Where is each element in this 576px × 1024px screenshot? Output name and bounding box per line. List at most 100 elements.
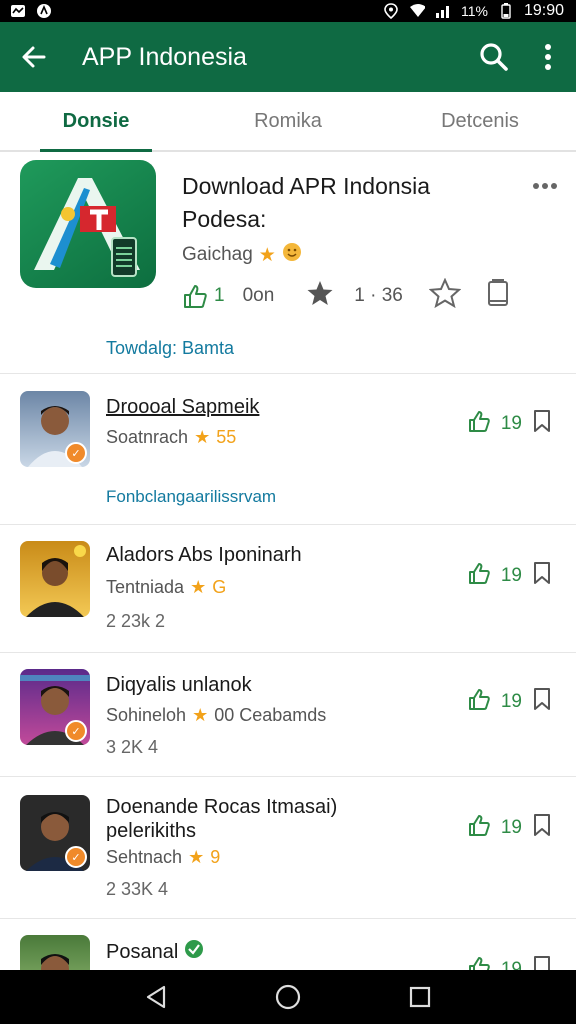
thumb-up-icon[interactable] bbox=[467, 813, 491, 843]
like-count: 19 bbox=[500, 691, 522, 712]
thumb-up-icon[interactable] bbox=[467, 687, 491, 717]
location-icon bbox=[383, 3, 399, 19]
verified-badge-icon: ✓ bbox=[65, 846, 87, 868]
star-icon: ★ bbox=[258, 244, 276, 266]
item-actions: 19 bbox=[467, 561, 552, 591]
battery-level: 11% bbox=[460, 3, 488, 19]
nav-back-button[interactable] bbox=[136, 977, 176, 1017]
item-developer: Sehtnach bbox=[106, 847, 183, 867]
featured-stats: 1 0on 1 · 36 bbox=[182, 277, 562, 314]
triangle-back-icon bbox=[146, 985, 166, 1009]
bookmark-icon[interactable] bbox=[532, 813, 552, 843]
battery-icon bbox=[498, 3, 514, 19]
notification-icon bbox=[10, 4, 26, 18]
overflow-menu-button[interactable] bbox=[520, 22, 576, 92]
thumb-up-icon[interactable] bbox=[467, 955, 491, 970]
developer-name: Gaichag bbox=[182, 244, 253, 265]
item-rating: 00 Ceabamds bbox=[214, 705, 327, 725]
item-link[interactable]: Fonbclangaarilissrvam bbox=[106, 487, 276, 507]
item-meta: 3 2K 4 bbox=[106, 737, 159, 757]
item-developer: Sohineloh bbox=[106, 705, 187, 725]
bookmark-icon[interactable] bbox=[532, 687, 552, 717]
wifi-icon bbox=[409, 4, 425, 18]
circle-home-icon bbox=[275, 984, 301, 1010]
item-developer: Tentniada bbox=[106, 577, 185, 597]
item-title: Droooal Sapmeik bbox=[106, 396, 260, 418]
list-item[interactable]: Posanal 19 bbox=[0, 919, 576, 970]
list-item[interactable]: ✓ Diqyalis unlanok Sohineloh ★ 00 Ceabam… bbox=[0, 653, 576, 777]
verified-check-icon bbox=[184, 939, 204, 965]
likes-unit: 0on bbox=[242, 285, 275, 306]
tab-romika[interactable]: Romika bbox=[192, 92, 384, 150]
star-icon: ★ bbox=[190, 577, 207, 597]
search-button[interactable] bbox=[468, 22, 520, 92]
tab-bar: Donsie Romika Detcenis bbox=[0, 92, 576, 152]
device-icon[interactable] bbox=[487, 279, 509, 313]
search-icon bbox=[480, 43, 508, 71]
bookmark-icon[interactable] bbox=[532, 955, 552, 970]
tab-detcenis[interactable]: Detcenis bbox=[384, 92, 576, 150]
square-recents-icon bbox=[409, 986, 431, 1008]
featured-app-card[interactable]: Download APR Indonsia Podesa: Gaichag ★ … bbox=[0, 152, 576, 374]
avatar bbox=[20, 935, 90, 970]
like-button[interactable]: 1 bbox=[182, 283, 225, 309]
signal-icon bbox=[435, 4, 451, 18]
back-button[interactable] bbox=[0, 22, 68, 92]
item-developer-line: Sehtnach ★ 9 bbox=[106, 847, 220, 868]
like-count: 19 bbox=[500, 959, 522, 970]
featured-link[interactable]: Towdalg: Bamta bbox=[106, 338, 234, 359]
avatar bbox=[20, 541, 90, 617]
item-meta: 2 33K 4 bbox=[106, 879, 169, 899]
item-developer: Soatnrach bbox=[106, 427, 189, 447]
like-count: 19 bbox=[500, 413, 522, 434]
item-actions: 19 bbox=[467, 813, 552, 843]
verified-badge-icon: ✓ bbox=[65, 720, 87, 742]
avatar: ✓ bbox=[20, 391, 90, 467]
thumb-up-icon bbox=[184, 285, 207, 308]
app-logo bbox=[20, 160, 156, 288]
star-icon: ★ bbox=[192, 705, 209, 725]
tab-donsie[interactable]: Donsie bbox=[0, 92, 192, 152]
list-item[interactable]: ✓ Droooal Sapmeik Soatnrach ★ 55 19 Fonb… bbox=[0, 375, 576, 525]
item-actions: 19 bbox=[467, 955, 552, 970]
list-item[interactable]: ✓ Doenande Rocas Itmasai) pelerikiths Se… bbox=[0, 777, 576, 919]
item-rating: 9 bbox=[210, 847, 221, 867]
status-time: 19:90 bbox=[523, 2, 564, 19]
item-developer-line: Sohineloh ★ 00 Ceabamds bbox=[106, 705, 326, 726]
list-item[interactable]: Aladors Abs Iponinarh Tentniada ★ G 2 23… bbox=[0, 525, 576, 653]
rating-star-icon[interactable] bbox=[306, 279, 334, 313]
featured-developer: Gaichag ★ bbox=[182, 242, 302, 268]
bookmark-icon[interactable] bbox=[532, 409, 552, 439]
app-notification-icon bbox=[36, 4, 52, 18]
more-vert-icon bbox=[545, 44, 551, 70]
item-rating: G bbox=[212, 577, 227, 597]
star-icon: ★ bbox=[188, 847, 205, 867]
thumb-up-icon[interactable] bbox=[467, 409, 491, 439]
arrow-back-icon bbox=[22, 46, 46, 68]
status-bar: 11% 19:90 bbox=[0, 0, 576, 22]
item-actions: 19 bbox=[467, 409, 552, 439]
nav-home-button[interactable] bbox=[268, 977, 308, 1017]
smile-icon bbox=[282, 242, 302, 268]
like-count: 1 bbox=[214, 285, 225, 306]
favorite-star-icon[interactable] bbox=[428, 277, 462, 314]
like-count: 19 bbox=[500, 565, 522, 586]
system-nav-bar bbox=[0, 970, 576, 1024]
bookmark-icon[interactable] bbox=[532, 561, 552, 591]
more-horiz-icon[interactable] bbox=[532, 170, 558, 196]
page-title: APP Indonesia bbox=[82, 42, 247, 71]
thumb-up-icon[interactable] bbox=[467, 561, 491, 591]
like-count: 19 bbox=[500, 817, 522, 838]
star-icon: ★ bbox=[194, 427, 211, 447]
item-title: Posanal bbox=[106, 939, 204, 965]
app-bar: APP Indonesia bbox=[0, 22, 576, 92]
rating-text: 1 · 36 bbox=[354, 285, 403, 306]
item-developer-line: Soatnrach ★ 55 bbox=[106, 427, 236, 448]
item-title: Doenande Rocas Itmasai) pelerikiths bbox=[106, 796, 338, 842]
item-title-text: Posanal bbox=[106, 941, 179, 963]
nav-recents-button[interactable] bbox=[400, 977, 440, 1017]
item-developer-line: Tentniada ★ G bbox=[106, 577, 226, 598]
verified-badge-icon: ✓ bbox=[65, 442, 87, 464]
item-meta: 2 23k 2 bbox=[106, 611, 166, 631]
featured-app-title: Download APR Indonsia Podesa: bbox=[182, 173, 431, 232]
